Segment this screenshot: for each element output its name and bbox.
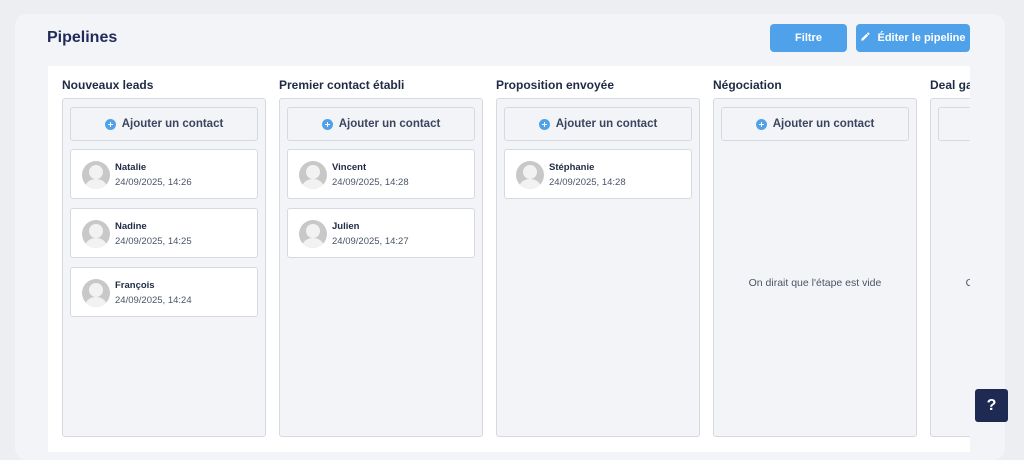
user-avatar-icon <box>299 220 327 248</box>
add-contact-label: Ajouter un contact <box>338 118 441 130</box>
pencil-icon <box>860 31 871 45</box>
page-title: Pipelines <box>47 29 118 46</box>
column-dropzone: Ajouter un contact On dirait que l'étape … <box>930 98 970 437</box>
user-avatar-icon <box>82 220 110 248</box>
contact-card[interactable]: Julien 24/09/2025, 14:27 <box>287 208 475 258</box>
contact-card[interactable]: Nadine 24/09/2025, 14:25 <box>70 208 258 258</box>
empty-stage-message: On dirait que l'étape est vide <box>965 277 970 289</box>
contact-name: François <box>115 280 155 291</box>
column-dropzone: Ajouter un contact Vincent 24/09/2025, 14:… <box>279 98 483 437</box>
filter-button[interactable]: Filtre <box>770 24 847 52</box>
add-contact-button[interactable]: Ajouter un contact <box>504 107 692 141</box>
contact-card[interactable]: Vincent 24/09/2025, 14:28 <box>287 149 475 199</box>
column-title: Proposition envoyée <box>496 78 615 92</box>
column-dropzone: Ajouter un contact Stéphanie 24/09/2025, 1… <box>496 98 700 437</box>
empty-stage-message: On dirait que l'étape est vide <box>748 277 882 289</box>
help-button[interactable]: ? <box>975 389 1008 422</box>
contact-date: 24/09/2025, 14:25 <box>115 236 192 247</box>
add-contact-label: Ajouter un contact <box>121 118 224 130</box>
contact-card[interactable]: François 24/09/2025, 14:24 <box>70 267 258 317</box>
contact-name: Nadine <box>115 221 147 232</box>
plus-circle-icon <box>104 118 116 130</box>
user-avatar-icon <box>299 161 327 189</box>
contact-date: 24/09/2025, 14:28 <box>332 177 409 188</box>
column-title: Premier contact établi <box>279 78 405 92</box>
contact-name: Stéphanie <box>549 162 595 173</box>
user-avatar-icon <box>82 161 110 189</box>
edit-pipeline-label: Éditer le pipeline <box>877 32 966 44</box>
contact-date: 24/09/2025, 14:27 <box>332 236 409 247</box>
add-contact-button[interactable]: Ajouter un contact <box>938 107 970 141</box>
contact-date: 24/09/2025, 14:24 <box>115 295 192 306</box>
contact-name: Vincent <box>332 162 367 173</box>
add-contact-button[interactable]: Ajouter un contact <box>721 107 909 141</box>
column-title: Négociation <box>713 78 782 92</box>
contact-card[interactable]: Natalie 24/09/2025, 14:26 <box>70 149 258 199</box>
filter-button-label: Filtre <box>795 32 822 44</box>
add-contact-label: Ajouter un contact <box>555 118 658 130</box>
column-dropzone: Ajouter un contact Natalie 24/09/2025, 14:… <box>62 98 266 437</box>
contact-name: Natalie <box>115 162 147 173</box>
column-title: Nouveaux leads <box>62 78 154 92</box>
add-contact-button[interactable]: Ajouter un contact <box>70 107 258 141</box>
edit-pipeline-button[interactable]: Éditer le pipeline <box>856 24 970 52</box>
column-title: Deal gagné <box>930 78 970 92</box>
user-avatar-icon <box>82 279 110 307</box>
plus-circle-icon <box>755 118 767 130</box>
pipeline-board: Nouveaux leads Ajouter un contact Natalie 2… <box>48 66 970 452</box>
contact-card[interactable]: Stéphanie 24/09/2025, 14:28 <box>504 149 692 199</box>
plus-circle-icon <box>321 118 333 130</box>
contact-name: Julien <box>332 221 360 232</box>
plus-circle-icon <box>538 118 550 130</box>
add-contact-button[interactable]: Ajouter un contact <box>287 107 475 141</box>
add-contact-label: Ajouter un contact <box>772 118 875 130</box>
contact-date: 24/09/2025, 14:28 <box>549 177 626 188</box>
user-avatar-icon <box>516 161 544 189</box>
column-dropzone: Ajouter un contact On dirait que l'étape … <box>713 98 917 437</box>
contact-date: 24/09/2025, 14:26 <box>115 177 192 188</box>
